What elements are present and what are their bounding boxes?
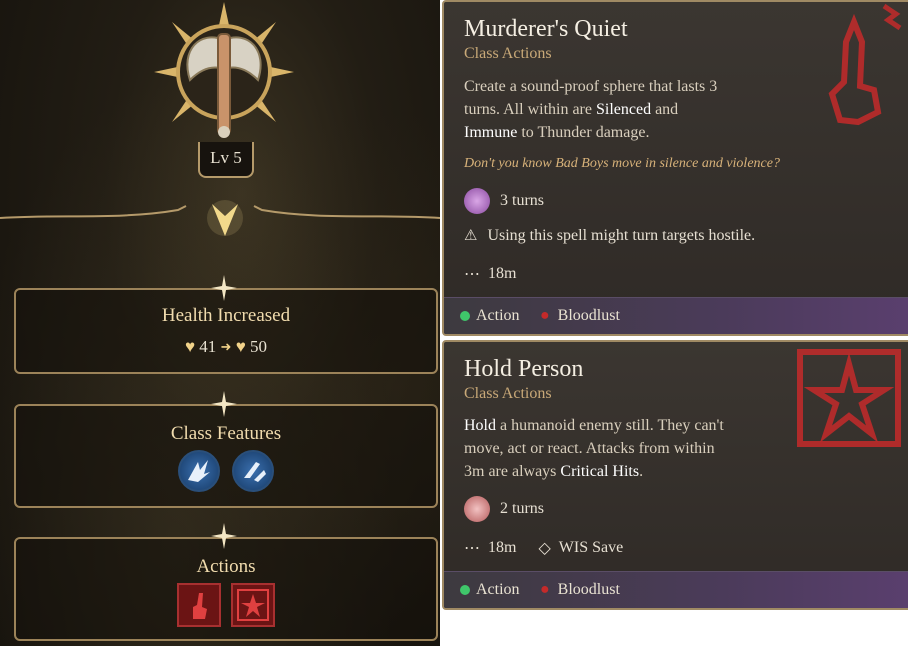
duration-row: 2 turns	[464, 496, 544, 522]
action-cost: Action	[460, 581, 520, 599]
spell-description: Hold a humanoid enemy still. They can't …	[464, 417, 724, 480]
shush-finger-icon	[828, 3, 902, 126]
range-save-row: ⋯ 18m ◇ WIS Save	[464, 539, 624, 557]
spell-category: Class Actions	[464, 385, 552, 402]
action-cost: Action	[460, 307, 520, 325]
bloodlust-skull-icon: ●	[540, 581, 550, 598]
resource-cost: ● Bloodlust	[540, 307, 620, 324]
spell-tooltip-hold-person: Hold Person Class Actions Hold a humanoi…	[442, 340, 908, 610]
spell-name: Murderer's Quiet	[464, 16, 628, 42]
arrow-right-icon: ➜	[220, 339, 232, 355]
action-dot-icon	[460, 311, 470, 321]
health-to: 50	[250, 337, 268, 357]
hold-person-art-icon	[797, 349, 901, 447]
actions-title: Actions	[196, 556, 256, 577]
actions-panel: Actions	[14, 537, 438, 641]
murderers-quiet-icon[interactable]	[177, 583, 222, 627]
heart-icon: ♥	[235, 337, 246, 357]
health-values: ♥ 41 ➜ ♥ 50	[16, 336, 436, 357]
heart-icon: ♥	[184, 337, 196, 357]
sparkle-icon	[211, 523, 237, 549]
flavor-quote: Don't you know Bad Boys move in silence …	[464, 156, 780, 171]
spell-name: Hold Person	[464, 356, 584, 382]
resource-cost: ● Bloodlust	[540, 581, 620, 598]
class-features-panel: Class Features	[14, 404, 438, 508]
health-title: Health Increased	[161, 305, 291, 326]
action-dot-icon	[460, 585, 470, 595]
class-features-title: Class Features	[170, 423, 282, 444]
duration-icon	[464, 496, 490, 522]
ornamental-divider	[0, 200, 440, 236]
bloodlust-skull-icon: ●	[540, 307, 550, 324]
range-row: ⋯ 18m	[464, 265, 517, 283]
health-from: 41	[199, 337, 217, 357]
saving-throw-icon: ◇	[538, 540, 551, 557]
range-icon: ⋯	[464, 266, 480, 283]
range-icon: ⋯	[464, 540, 480, 557]
spell-tooltip-murderers-quiet: Murderer's Quiet Class Actions Create a …	[442, 0, 908, 336]
warning-icon: ⚠	[464, 228, 478, 244]
hold-person-icon[interactable]	[230, 583, 275, 627]
warning-row: ⚠ Using this spell might turn targets ho…	[464, 226, 756, 245]
dash-icon[interactable]	[178, 450, 221, 492]
duration-row: 3 turns	[464, 188, 544, 214]
sparkle-icon	[211, 275, 237, 301]
spell-footer: Action ● Bloodlust	[444, 297, 908, 334]
level-badge: Lv 5	[198, 142, 254, 178]
sparkle-icon	[211, 391, 237, 417]
spell-footer: Action ● Bloodlust	[444, 571, 908, 608]
spell-category: Class Actions	[464, 45, 552, 62]
class-emblem-icon	[154, 2, 294, 138]
spell-description: Create a sound-proof sphere that lasts 3…	[464, 78, 718, 141]
duration-icon	[464, 188, 490, 214]
level-up-panel: Lv 5 Health Increased ♥ 41 ➜ ♥ 50 Class …	[0, 0, 440, 646]
slash-strike-icon[interactable]	[231, 450, 274, 492]
